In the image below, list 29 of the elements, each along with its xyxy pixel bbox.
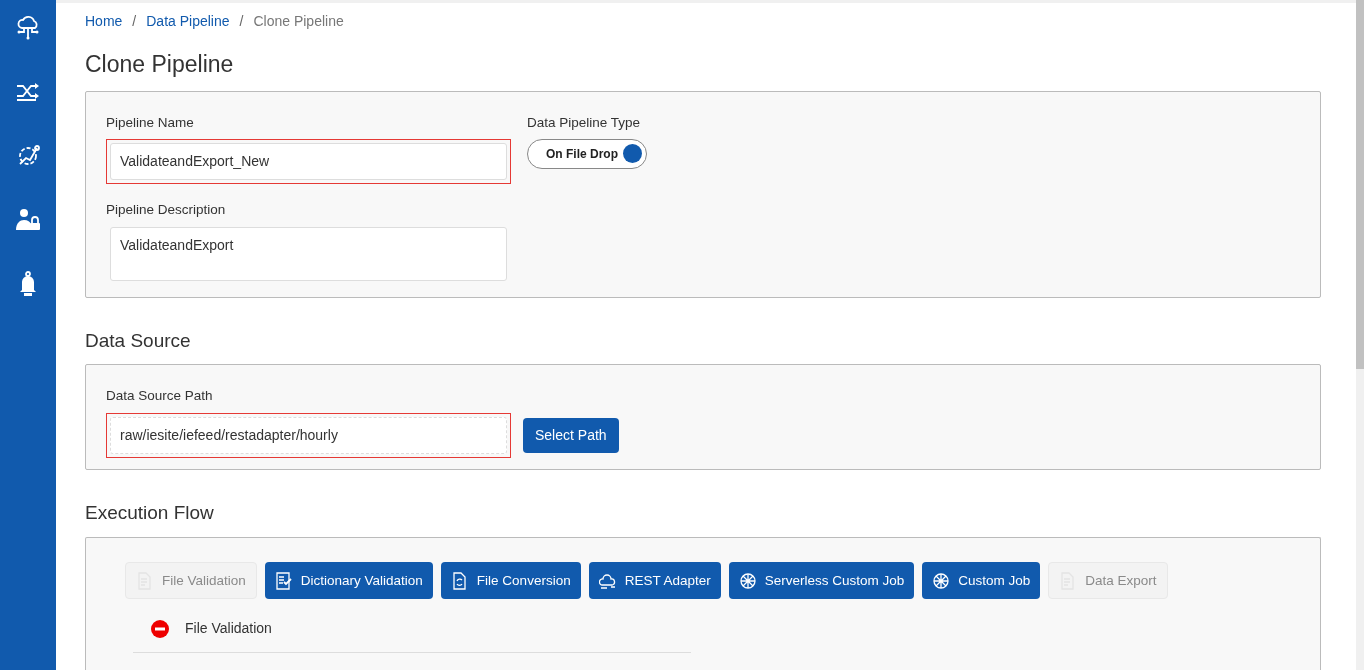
field-label: Data Pipeline Type <box>527 113 641 132</box>
data-source-path-field[interactable]: raw/iesite/iefeed/restadapter/hourly <box>110 416 507 454</box>
pipeline-description-field[interactable]: ValidateandExport <box>110 227 507 282</box>
breadcrumb-separator: / <box>239 12 244 31</box>
job-button[interactable]: Serverless Custom Job <box>728 562 915 600</box>
page-title: Clone Pipeline <box>85 51 235 79</box>
scrollbar[interactable] <box>1356 0 1364 670</box>
breadcrumb-link[interactable]: Data Pipeline <box>146 11 230 32</box>
pipeline-name-field[interactable]: ValidateandExport_New <box>110 142 507 180</box>
breadcrumb-link[interactable]: Home <box>85 11 123 32</box>
job-button[interactable]: REST Adapter <box>588 562 721 600</box>
globe-grid-icon <box>932 571 951 590</box>
select-path-button[interactable]: Select Path <box>523 417 619 453</box>
breadcrumb-separator: / <box>132 12 137 31</box>
field-label: Pipeline Name <box>106 113 194 132</box>
section-heading: Data Source <box>85 329 192 353</box>
file-convert-icon <box>450 571 469 590</box>
field-label: Pipeline Description <box>106 200 226 219</box>
job-button[interactable]: File Conversion <box>440 562 581 600</box>
field-label: Data Source Path <box>106 387 213 406</box>
breadcrumb-current: Clone Pipeline <box>253 12 344 31</box>
job-button[interactable]: Dictionary Validation <box>264 562 433 600</box>
globe-grid-icon <box>738 571 757 590</box>
step-label: File Validation <box>185 619 272 639</box>
section-heading: Execution Flow <box>85 502 215 526</box>
checklist-icon <box>274 571 293 590</box>
cloud-plug-icon <box>598 571 617 590</box>
pipeline-type-toggle[interactable]: On File Drop <box>527 138 647 169</box>
job-button[interactable]: Custom Job <box>922 562 1041 600</box>
